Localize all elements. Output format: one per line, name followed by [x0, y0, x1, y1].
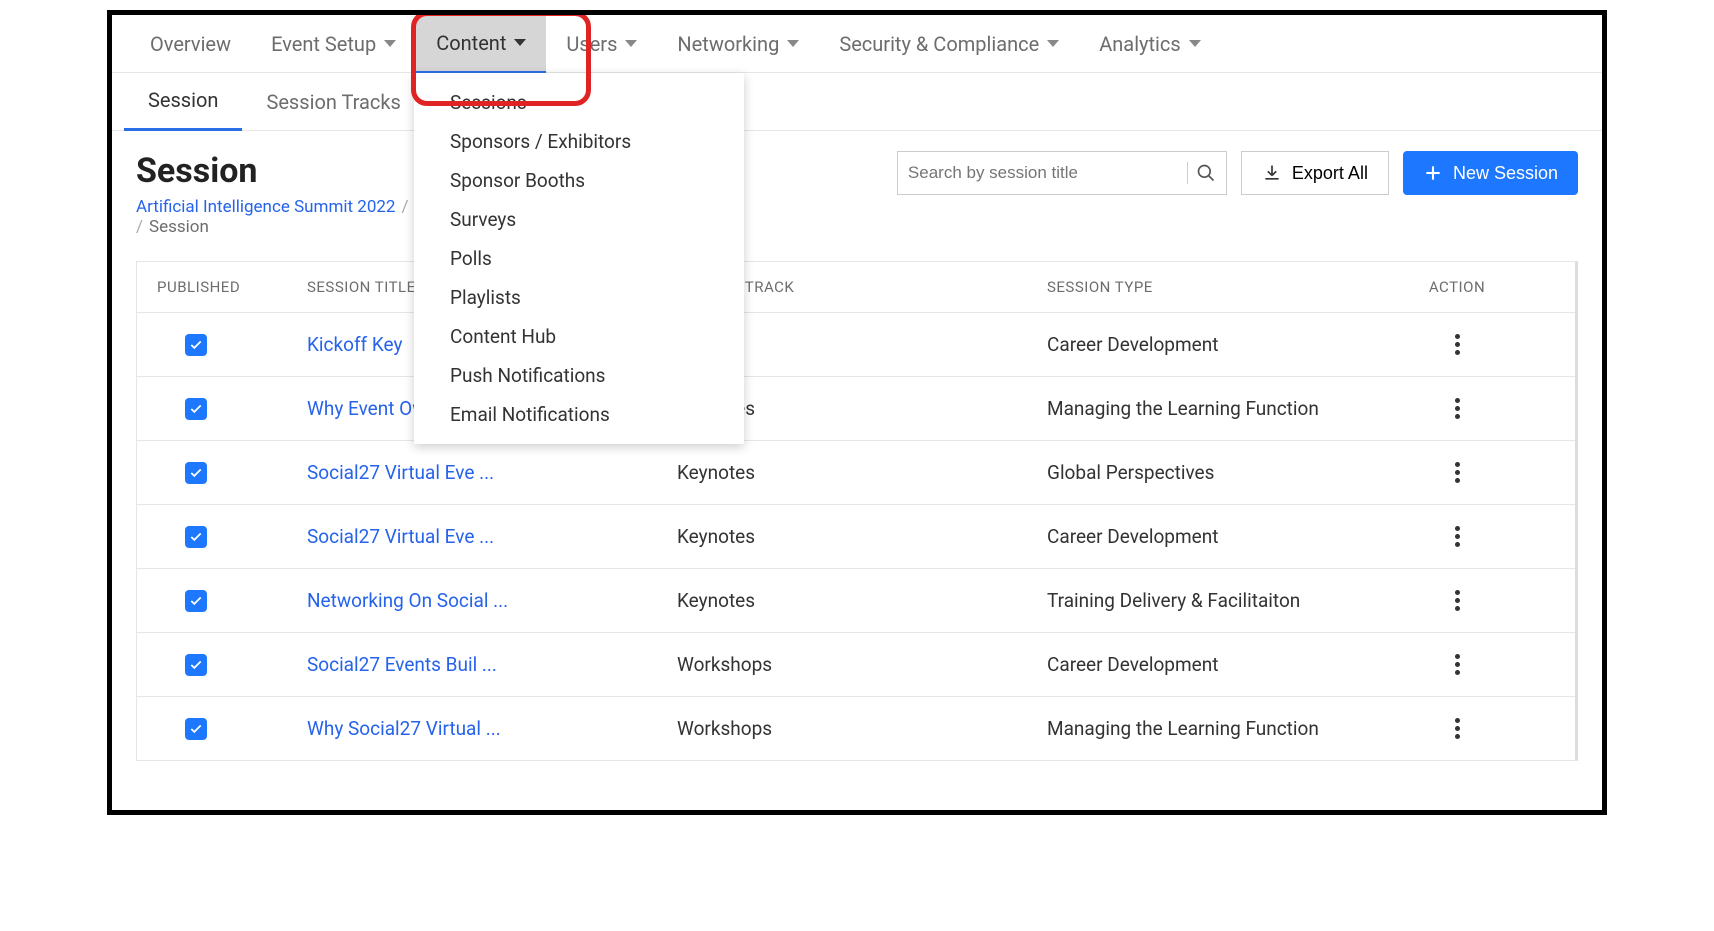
published-checkbox[interactable] [185, 462, 207, 484]
table-header: PUBLISHED SESSION TITLE SESSION TRACK SE… [137, 262, 1575, 313]
dropdown-polls[interactable]: Polls [414, 239, 744, 278]
sub-nav: Session Session Tracks [112, 73, 1602, 131]
nav-networking[interactable]: Networking [657, 15, 819, 73]
tab-session[interactable]: Session [124, 73, 242, 131]
table-row: Why Social27 Virtual ... WorkshopsManagin… [137, 697, 1575, 760]
dropdown-sessions[interactable]: Sessions [414, 83, 744, 122]
plus-icon [1423, 163, 1443, 183]
search-divider [1187, 162, 1188, 184]
session-title-link[interactable]: Kickoff Key [307, 333, 403, 356]
nav-event-setup[interactable]: Event Setup [251, 15, 416, 73]
dropdown-push[interactable]: Push Notifications [414, 356, 744, 395]
chevron-down-icon [625, 40, 637, 47]
search-input[interactable] [908, 163, 1179, 183]
nav-overview[interactable]: Overview [130, 15, 251, 73]
dropdown-sponsors[interactable]: Sponsors / Exhibitors [414, 122, 744, 161]
session-track-cell: Keynotes [677, 589, 1047, 612]
nav-analytics[interactable]: Analytics [1079, 15, 1221, 73]
published-checkbox[interactable] [185, 398, 207, 420]
table-row: Kickoff KeyotesCareer Development [137, 313, 1575, 377]
breadcrumb-separator: / [402, 197, 409, 217]
published-checkbox[interactable] [185, 334, 207, 356]
search-icon[interactable] [1196, 163, 1216, 183]
breadcrumb-event-link[interactable]: Artificial Intelligence Summit 2022 [136, 197, 396, 217]
published-checkbox[interactable] [185, 654, 207, 676]
row-actions-menu[interactable] [1397, 590, 1517, 611]
breadcrumb: Artificial Intelligence Summit 2022 / [136, 197, 415, 217]
content-dropdown: Sessions Sponsors / Exhibitors Sponsor B… [414, 73, 744, 444]
nav-content-label: Content [436, 31, 506, 55]
session-title-link[interactable]: Networking On Social ... [307, 589, 508, 612]
chevron-down-icon [384, 40, 396, 47]
breadcrumb-current: Session [149, 217, 209, 237]
dropdown-surveys[interactable]: Surveys [414, 200, 744, 239]
nav-analytics-label: Analytics [1099, 32, 1181, 56]
nav-users[interactable]: Users [546, 15, 657, 73]
session-title-link[interactable]: Why Social27 Virtual ... [307, 717, 501, 740]
row-actions-menu[interactable] [1397, 526, 1517, 547]
session-type-cell: Global Perspectives [1047, 461, 1397, 484]
col-header-published: PUBLISHED [137, 278, 307, 296]
sessions-table: PUBLISHED SESSION TITLE SESSION TRACK SE… [136, 261, 1578, 761]
download-icon [1262, 163, 1282, 183]
published-checkbox[interactable] [185, 526, 207, 548]
chevron-down-icon [1047, 40, 1059, 47]
breadcrumb-separator: / [136, 217, 143, 237]
table-row: Social27 Events Buil ... WorkshopsCareer … [137, 633, 1575, 697]
dropdown-email[interactable]: Email Notifications [414, 395, 744, 434]
session-type-cell: Managing the Learning Function [1047, 397, 1397, 420]
session-track-cell: Keynotes [677, 525, 1047, 548]
published-checkbox[interactable] [185, 718, 207, 740]
session-track-cell: Keynotes [677, 461, 1047, 484]
col-header-action: ACTION [1397, 278, 1517, 296]
nav-networking-label: Networking [677, 32, 779, 56]
nav-event-setup-label: Event Setup [271, 32, 376, 56]
search-box[interactable] [897, 151, 1227, 195]
chevron-down-icon [514, 39, 526, 46]
dropdown-booths[interactable]: Sponsor Booths [414, 161, 744, 200]
row-actions-menu[interactable] [1397, 334, 1517, 355]
session-title-link[interactable]: Social27 Virtual Eve ... [307, 461, 494, 484]
nav-overview-label: Overview [150, 32, 231, 56]
page-title: Session [136, 151, 415, 191]
session-title-link[interactable]: Social27 Events Buil ... [307, 653, 497, 676]
session-type-cell: Career Development [1047, 333, 1397, 356]
nav-users-label: Users [566, 32, 617, 56]
session-type-cell: Career Development [1047, 653, 1397, 676]
chevron-down-icon [1189, 40, 1201, 47]
session-track-cell: Workshops [677, 717, 1047, 740]
new-session-button[interactable]: New Session [1403, 151, 1578, 195]
table-row: Social27 Virtual Eve ... KeynotesGlobal P… [137, 441, 1575, 505]
session-type-cell: Career Development [1047, 525, 1397, 548]
table-row: Networking On Social ... KeynotesTraining… [137, 569, 1575, 633]
export-all-button[interactable]: Export All [1241, 151, 1389, 195]
session-type-cell: Managing the Learning Function [1047, 717, 1397, 740]
dropdown-playlists[interactable]: Playlists [414, 278, 744, 317]
row-actions-menu[interactable] [1397, 398, 1517, 419]
table-row: Social27 Virtual Eve ... KeynotesCareer D… [137, 505, 1575, 569]
nav-content[interactable]: Content [416, 15, 546, 73]
table-row: Why Event Owners And ...KeynotesManaging… [137, 377, 1575, 441]
top-nav: Overview Event Setup Content Users Netwo… [112, 15, 1602, 73]
breadcrumb-line2: / Session [136, 217, 415, 237]
row-actions-menu[interactable] [1397, 462, 1517, 483]
new-session-label: New Session [1453, 163, 1558, 184]
session-title-link[interactable]: Social27 Virtual Eve ... [307, 525, 494, 548]
session-type-cell: Training Delivery & Facilitaiton [1047, 589, 1397, 612]
dropdown-content-hub[interactable]: Content Hub [414, 317, 744, 356]
col-header-type: SESSION TYPE [1047, 278, 1397, 296]
row-actions-menu[interactable] [1397, 654, 1517, 675]
published-checkbox[interactable] [185, 590, 207, 612]
row-actions-menu[interactable] [1397, 718, 1517, 739]
nav-security[interactable]: Security & Compliance [819, 15, 1079, 73]
chevron-down-icon [787, 40, 799, 47]
export-all-label: Export All [1292, 163, 1368, 184]
tab-session-tracks[interactable]: Session Tracks [242, 73, 424, 131]
session-track-cell: Workshops [677, 653, 1047, 676]
nav-security-label: Security & Compliance [839, 32, 1039, 56]
